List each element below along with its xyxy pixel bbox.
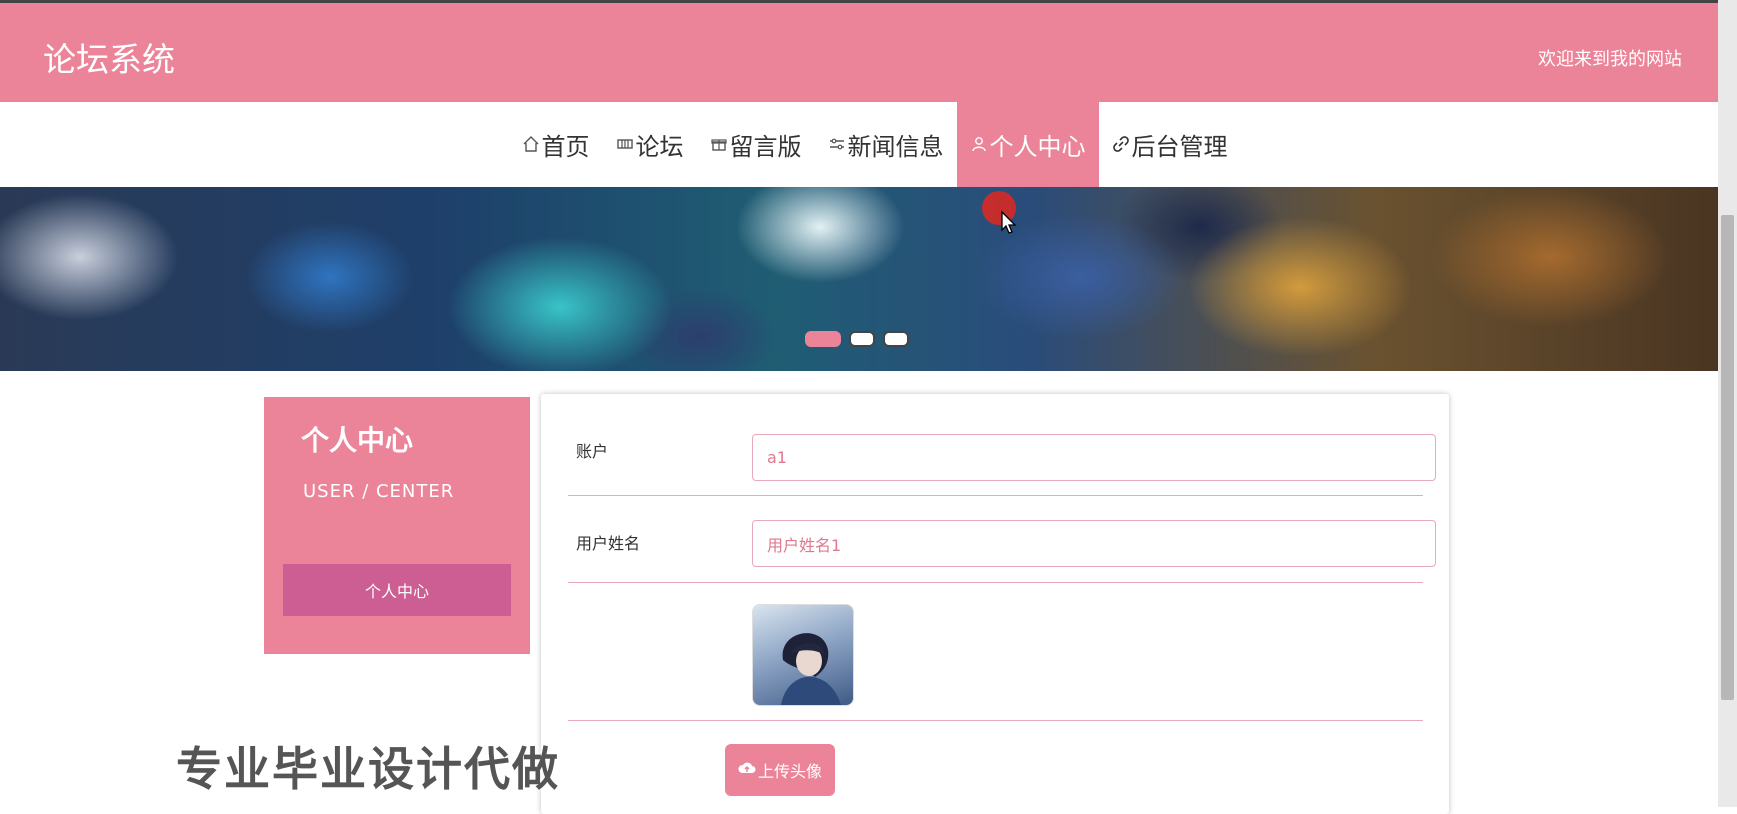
carousel-dot-3[interactable] [883,331,909,347]
home-icon [522,131,542,159]
carousel-indicators [805,331,909,347]
nav-label: 留言版 [729,133,802,161]
nav-item-news[interactable]: 新闻信息 [815,102,957,187]
nav-label: 新闻信息 [847,133,944,161]
mouse-cursor-icon [980,190,1020,234]
link-icon [1112,131,1132,159]
banner-carousel[interactable] [0,187,1718,371]
form-row-avatar [568,582,1423,721]
nav-item-admin[interactable]: 后台管理 [1099,102,1241,187]
avatar-image [752,604,854,706]
watermark-text: 专业毕业设计代做 [176,742,560,796]
sidebar-item-user-center[interactable]: 个人中心 [283,564,511,616]
carousel-dot-1[interactable] [805,331,841,347]
upload-avatar-button[interactable]: 上传头像 [725,744,835,796]
nav-label: 个人中心 [989,133,1086,161]
sliders-icon [828,131,848,159]
nav-label: 首页 [541,133,590,161]
gift-icon [710,131,730,159]
page-scrollbar[interactable] [1718,0,1737,807]
form-row-account: 账户 a1 [568,394,1436,496]
sidebar: 个人中心 USER / CENTER 个人中心 [264,397,530,654]
user-icon [970,131,990,159]
welcome-text: 欢迎来到我的网站 [1538,49,1682,70]
nav-label: 后台管理 [1131,133,1228,161]
main-nav: 首页 论坛 留言版 新闻信息 个人中心 后台管理 [0,102,1718,187]
carousel-dot-2[interactable] [849,331,875,347]
upload-avatar-label: 上传头像 [757,762,822,781]
account-label: 账户 [576,442,609,461]
name-label: 用户姓名 [576,534,641,553]
account-field[interactable]: a1 [752,434,1436,481]
name-field[interactable]: 用户姓名1 [752,520,1436,567]
nav-item-forum[interactable]: 论坛 [603,102,697,187]
nav-item-home[interactable]: 首页 [509,102,603,187]
sidebar-subtitle: USER / CENTER [303,481,455,502]
cloud-upload-icon [738,759,758,781]
sidebar-title: 个人中心 [301,424,414,457]
scrollbar-thumb[interactable] [1721,215,1734,700]
grid-icon [616,131,636,159]
site-title[interactable]: 论坛系统 [43,33,175,81]
profile-form-panel: 账户 a1 用户姓名 用户姓名1 上传头像 [541,394,1449,814]
nav-item-user-center[interactable]: 个人中心 [956,102,1099,187]
nav-label: 论坛 [635,133,684,161]
site-header: 论坛系统 欢迎来到我的网站 [0,3,1718,102]
form-row-name: 用户姓名 用户姓名1 [568,495,1436,583]
nav-item-guestbook[interactable]: 留言版 [697,102,815,187]
